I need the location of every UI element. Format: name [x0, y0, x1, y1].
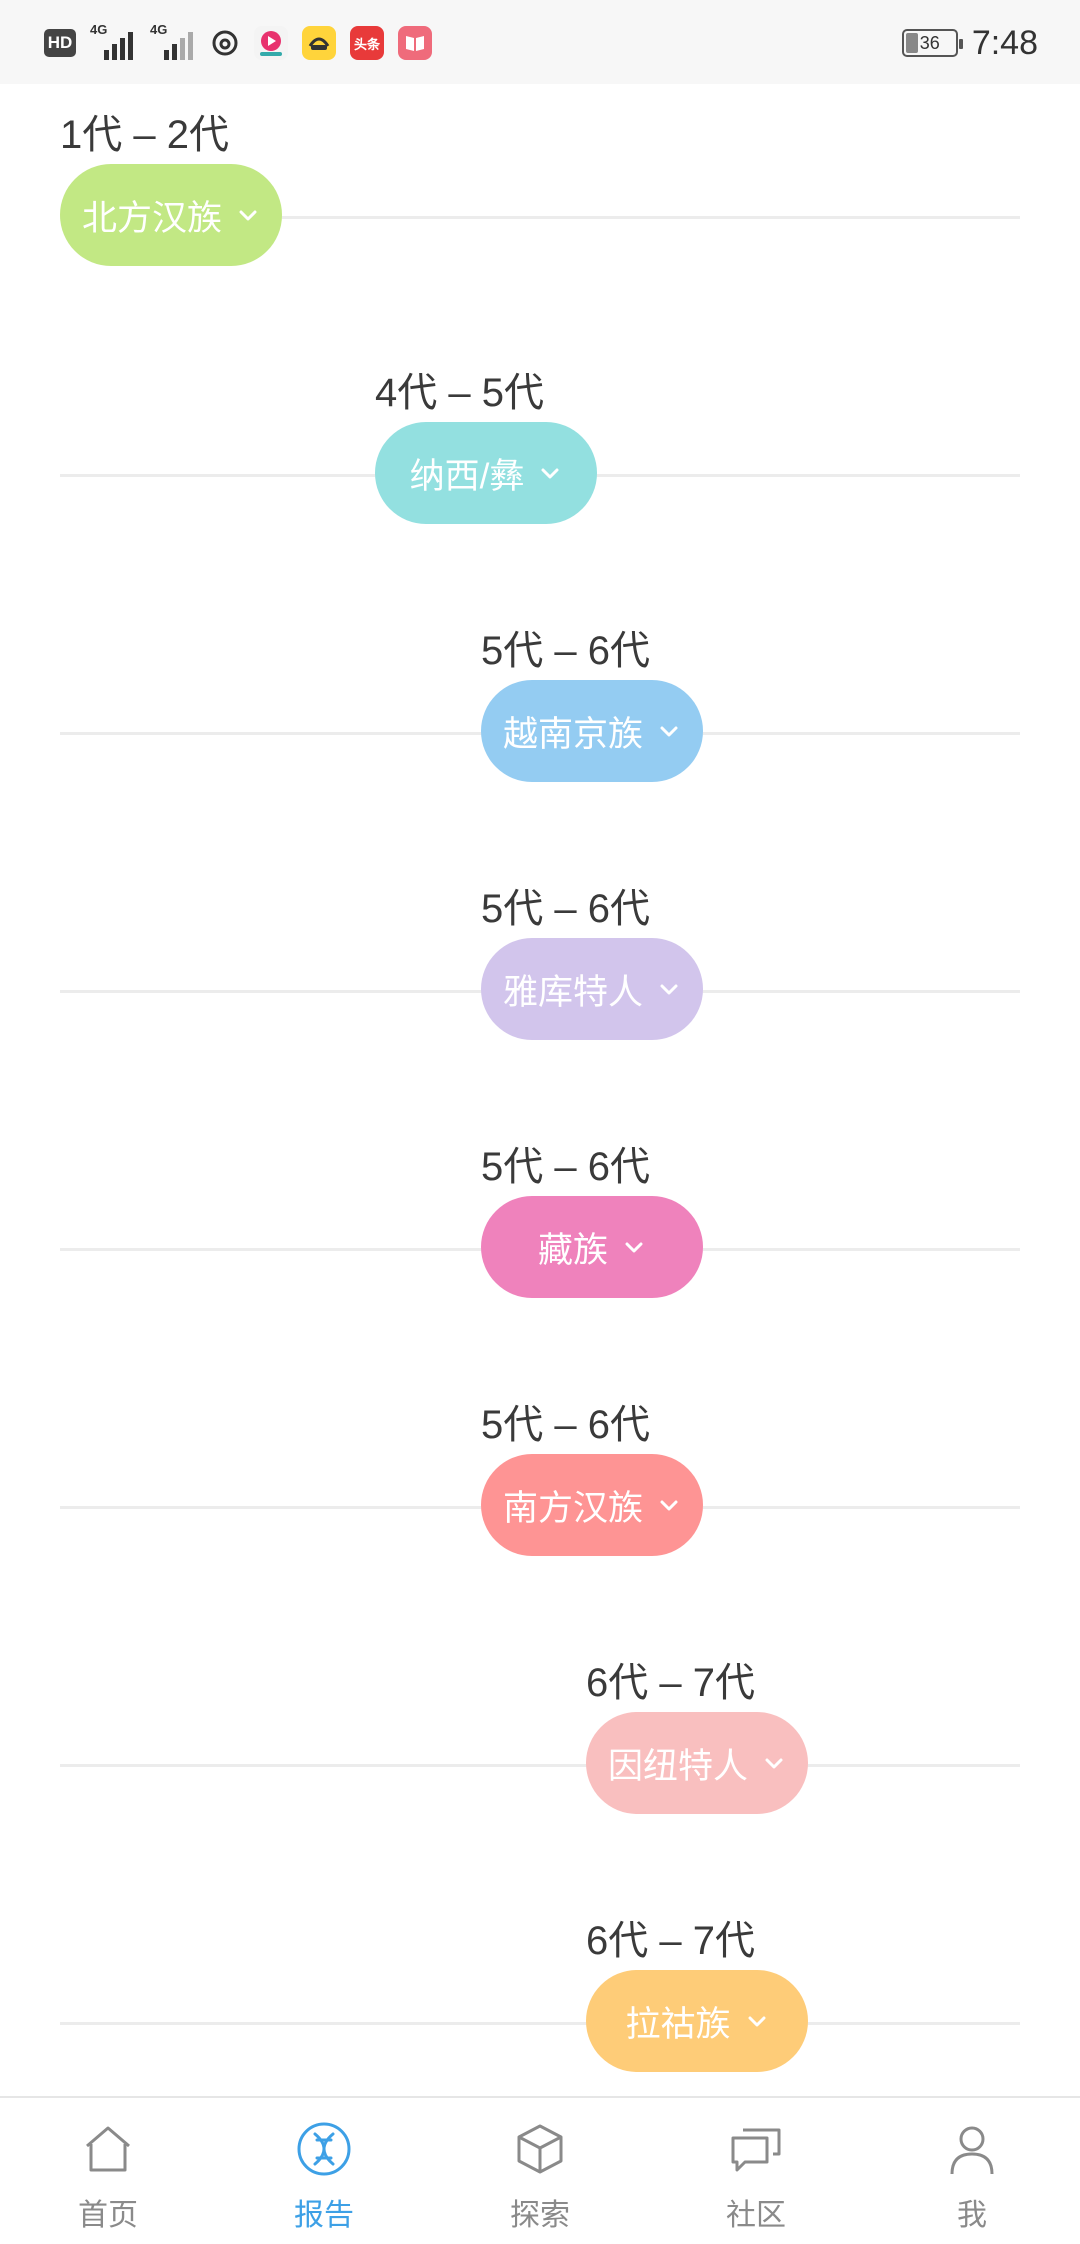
timeline-row: 5代 – 6代 南方汉族 — [0, 1374, 1080, 1632]
ethnicity-label: 藏族 — [537, 1230, 608, 1270]
timeline-row: 5代 – 6代 雅库特人 — [0, 858, 1080, 1116]
nav-label: 探索 — [510, 2199, 570, 2232]
chevron-down-icon — [625, 1242, 643, 1253]
ethnicity-pill-button[interactable]: 因纽特人 — [586, 1712, 808, 1814]
status-icons-right: 36 7:48 — [901, 20, 1038, 66]
ethnicity-pill-button[interactable]: 越南京族 — [481, 680, 703, 782]
chevron-down-icon — [239, 210, 257, 221]
ethnicity-label: 因纽特人 — [607, 1746, 748, 1786]
generation-label: 5代 – 6代 — [481, 887, 650, 931]
ethnicity-pill-button[interactable]: 雅库特人 — [481, 938, 703, 1040]
timeline-row: 6代 – 7代 因纽特人 — [0, 1632, 1080, 1890]
nav-item-report[interactable]: 报告 — [216, 2098, 432, 2244]
video-app-icon — [254, 26, 288, 60]
ethnicity-label: 拉祜族 — [625, 2004, 731, 2044]
chevron-down-icon — [748, 2016, 765, 2027]
battery-icon: 36 — [901, 29, 963, 57]
ethnicity-label: 纳西/彝 — [409, 456, 525, 496]
nav-label: 报告 — [294, 2199, 354, 2232]
cube-icon — [517, 2124, 563, 2174]
generation-label: 1代 – 2代 — [60, 113, 229, 157]
nav-item-me[interactable]: 我 — [864, 2098, 1080, 2244]
network-type-label: 4G — [150, 22, 168, 37]
ethnicity-pill-button[interactable]: 拉祜族 — [586, 1970, 808, 2072]
status-bar: HD 4G 4G 头条 36 7:48 — [0, 0, 1080, 84]
chevron-down-icon — [765, 1758, 783, 1769]
generation-label: 4代 – 5代 — [375, 371, 544, 415]
ethnicity-label: 北方汉族 — [81, 198, 222, 238]
generation-label: 5代 – 6代 — [481, 1145, 650, 1189]
generation-label: 5代 – 6代 — [481, 629, 650, 673]
timeline-row: 5代 – 6代 藏族 — [0, 1116, 1080, 1374]
chevron-down-icon — [660, 984, 678, 995]
chevron-down-icon — [660, 1500, 678, 1511]
network-type-label: 4G — [90, 22, 108, 37]
hd-badge: HD — [44, 29, 76, 57]
ethnicity-label: 越南京族 — [502, 714, 643, 754]
generation-label: 6代 – 7代 — [586, 1661, 755, 1705]
nav-item-community[interactable]: 社区 — [648, 2098, 864, 2244]
bottom-nav: 首页 报告 探索 社区 我 — [0, 2096, 1080, 2244]
person-icon — [950, 2126, 994, 2175]
nav-label: 首页 — [78, 2199, 138, 2232]
timeline-track — [60, 2022, 1020, 2025]
signal-icon: 4G — [90, 22, 136, 60]
battery-level: 36 — [919, 32, 940, 53]
timeline-track — [60, 1764, 1020, 1767]
chevron-down-icon — [541, 468, 559, 479]
chat-bubbles-icon — [731, 2128, 781, 2172]
generation-label: 6代 – 7代 — [586, 1919, 755, 1963]
ethnicity-label: 南方汉族 — [502, 1488, 643, 1528]
ancestry-timeline: 1代 – 2代 北方汉族 4代 – 5代 纳西/彝 5代 – 6代 越南京族 5… — [0, 84, 1080, 2096]
timeline-row: 5代 – 6代 越南京族 — [0, 600, 1080, 858]
generation-label: 5代 – 6代 — [481, 1403, 650, 1447]
ethnicity-pill-button[interactable]: 北方汉族 — [60, 164, 282, 266]
ethnicity-pill-button[interactable]: 南方汉族 — [481, 1454, 703, 1556]
dna-icon — [297, 2122, 351, 2176]
home-icon — [86, 2126, 130, 2172]
car-app-icon — [302, 26, 336, 60]
nav-label: 我 — [957, 2199, 987, 2232]
clock: 7:48 — [971, 23, 1038, 62]
toutiao-app-icon: 头条 — [350, 26, 384, 60]
ethnicity-pill-button[interactable]: 藏族 — [481, 1196, 703, 1298]
chevron-down-icon — [660, 726, 678, 737]
ethnicity-label: 雅库特人 — [502, 972, 643, 1012]
signal-icon: 4G — [150, 22, 196, 60]
nav-item-explore[interactable]: 探索 — [432, 2098, 648, 2244]
status-icons-left: HD 4G 4G 头条 — [44, 20, 432, 66]
nav-item-home[interactable]: 首页 — [0, 2098, 216, 2244]
timeline-row: 1代 – 2代 北方汉族 — [0, 84, 1080, 342]
ethnicity-pill-button[interactable]: 纳西/彝 — [375, 422, 597, 524]
nav-label: 社区 — [726, 2199, 786, 2232]
netease-music-icon — [212, 30, 238, 56]
timeline-row: 4代 – 5代 纳西/彝 — [0, 342, 1080, 600]
reader-app-icon — [398, 26, 432, 60]
